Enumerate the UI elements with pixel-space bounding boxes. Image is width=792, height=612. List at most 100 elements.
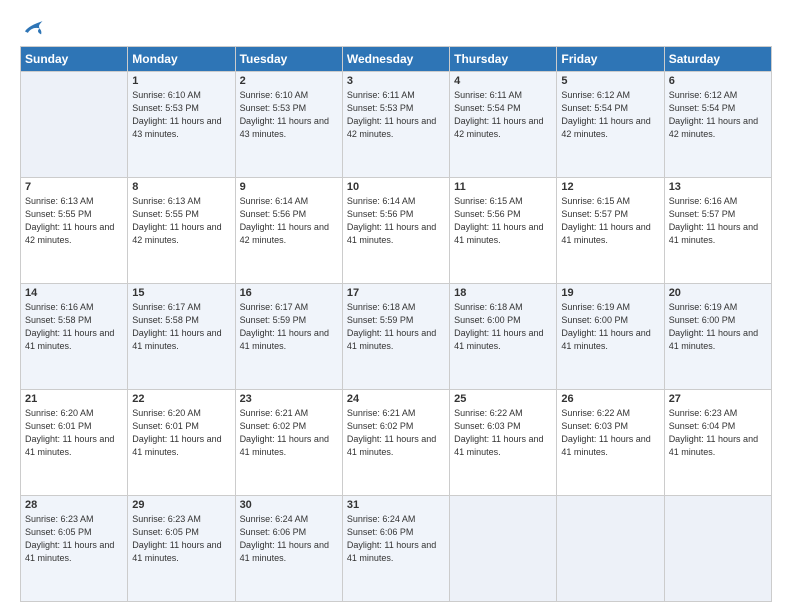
calendar-cell: 2Sunrise: 6:10 AMSunset: 5:53 PMDaylight… bbox=[235, 72, 342, 178]
calendar-header-sunday: Sunday bbox=[21, 47, 128, 72]
sun-info: Sunrise: 6:14 AMSunset: 5:56 PMDaylight:… bbox=[240, 195, 338, 247]
day-number: 8 bbox=[132, 181, 230, 193]
day-number: 18 bbox=[454, 287, 552, 299]
calendar-cell: 19 Sunrise: 6:19 AMSunset: 6:00 PMDayligh… bbox=[557, 284, 664, 390]
calendar-cell: 20 Sunrise: 6:19 AMSunset: 6:00 PMDayligh… bbox=[664, 284, 771, 390]
sun-info: Sunrise: 6:23 AMSunset: 6:05 PMDaylight:… bbox=[25, 513, 123, 565]
sun-info: Sunrise: 6:23 AMSunset: 6:04 PMDaylight:… bbox=[669, 407, 767, 459]
calendar-cell: 4Sunrise: 6:11 AMSunset: 5:54 PMDaylight… bbox=[450, 72, 557, 178]
calendar-cell: 12 Sunrise: 6:15 AMSunset: 5:57 PMDayligh… bbox=[557, 178, 664, 284]
day-number: 23 bbox=[240, 393, 338, 405]
logo bbox=[20, 18, 44, 36]
sun-info: Sunrise: 6:11 AMSunset: 5:53 PMDaylight:… bbox=[347, 89, 445, 141]
calendar-week-row: 21 Sunrise: 6:20 AMSunset: 6:01 PMDayligh… bbox=[21, 390, 772, 496]
day-number: 1 bbox=[132, 75, 230, 87]
day-number: 27 bbox=[669, 393, 767, 405]
sun-info: Sunrise: 6:22 AMSunset: 6:03 PMDaylight:… bbox=[454, 407, 552, 459]
day-number: 10 bbox=[347, 181, 445, 193]
sun-info: Sunrise: 6:18 AMSunset: 6:00 PMDaylight:… bbox=[454, 301, 552, 353]
sun-info: Sunrise: 6:21 AMSunset: 6:02 PMDaylight:… bbox=[240, 407, 338, 459]
calendar-cell: 8 Sunrise: 6:13 AMSunset: 5:55 PMDaylight… bbox=[128, 178, 235, 284]
day-number: 16 bbox=[240, 287, 338, 299]
calendar-header-friday: Friday bbox=[557, 47, 664, 72]
sun-info: Sunrise: 6:24 AMSunset: 6:06 PMDaylight:… bbox=[347, 513, 445, 565]
sun-info: Sunrise: 6:21 AMSunset: 6:02 PMDaylight:… bbox=[347, 407, 445, 459]
calendar-cell: 3 Sunrise: 6:11 AMSunset: 5:53 PMDaylight… bbox=[342, 72, 449, 178]
calendar-cell: 21Sunrise: 6:20 AMSunset: 6:01 PMDayligh… bbox=[21, 390, 128, 496]
day-number: 21 bbox=[25, 393, 123, 405]
calendar-cell: 1 Sunrise: 6:10 AMSunset: 5:53 PMDaylight… bbox=[128, 72, 235, 178]
sun-info: Sunrise: 6:14 AMSunset: 5:56 PMDaylight:… bbox=[347, 195, 445, 247]
day-number: 11 bbox=[454, 181, 552, 193]
calendar-cell: 14 Sunrise: 6:16 AMSunset: 5:58 PMDayligh… bbox=[21, 284, 128, 390]
calendar-cell: 7 Sunrise: 6:13 AMSunset: 5:55 PMDaylight… bbox=[21, 178, 128, 284]
sun-info: Sunrise: 6:13 AMSunset: 5:55 PMDaylight:… bbox=[25, 195, 123, 247]
calendar: SundayMondayTuesdayWednesdayThursdayFrid… bbox=[20, 46, 772, 602]
calendar-header-monday: Monday bbox=[128, 47, 235, 72]
calendar-cell: 11 Sunrise: 6:15 AMSunset: 5:56 PMDayligh… bbox=[450, 178, 557, 284]
calendar-week-row: 14 Sunrise: 6:16 AMSunset: 5:58 PMDayligh… bbox=[21, 284, 772, 390]
sun-info: Sunrise: 6:17 AMSunset: 5:58 PMDaylight:… bbox=[132, 301, 230, 353]
day-number: 5 bbox=[561, 75, 659, 87]
calendar-cell: 17Sunrise: 6:18 AMSunset: 5:59 PMDayligh… bbox=[342, 284, 449, 390]
sun-info: Sunrise: 6:16 AMSunset: 5:58 PMDaylight:… bbox=[25, 301, 123, 353]
page: SundayMondayTuesdayWednesdayThursdayFrid… bbox=[0, 0, 792, 612]
day-number: 2 bbox=[240, 75, 338, 87]
day-number: 19 bbox=[561, 287, 659, 299]
calendar-cell: 9 Sunrise: 6:14 AMSunset: 5:56 PMDaylight… bbox=[235, 178, 342, 284]
sun-info: Sunrise: 6:24 AMSunset: 6:06 PMDaylight:… bbox=[240, 513, 338, 565]
sun-info: Sunrise: 6:23 AMSunset: 6:05 PMDaylight:… bbox=[132, 513, 230, 565]
sun-info: Sunrise: 6:17 AMSunset: 5:59 PMDaylight:… bbox=[240, 301, 338, 353]
calendar-cell: 28 Sunrise: 6:23 AMSunset: 6:05 PMDayligh… bbox=[21, 496, 128, 602]
logo-bird-icon bbox=[22, 18, 44, 36]
sun-info: Sunrise: 6:16 AMSunset: 5:57 PMDaylight:… bbox=[669, 195, 767, 247]
sun-info: Sunrise: 6:13 AMSunset: 5:55 PMDaylight:… bbox=[132, 195, 230, 247]
day-number: 12 bbox=[561, 181, 659, 193]
sun-info: Sunrise: 6:12 AMSunset: 5:54 PMDaylight:… bbox=[561, 89, 659, 141]
calendar-cell bbox=[557, 496, 664, 602]
sun-info: Sunrise: 6:19 AMSunset: 6:00 PMDaylight:… bbox=[669, 301, 767, 353]
sun-info: Sunrise: 6:20 AMSunset: 6:01 PMDaylight:… bbox=[132, 407, 230, 459]
day-number: 7 bbox=[25, 181, 123, 193]
day-number: 25 bbox=[454, 393, 552, 405]
calendar-cell: 13 Sunrise: 6:16 AMSunset: 5:57 PMDayligh… bbox=[664, 178, 771, 284]
day-number: 3 bbox=[347, 75, 445, 87]
day-number: 30 bbox=[240, 499, 338, 511]
calendar-cell: 16 Sunrise: 6:17 AMSunset: 5:59 PMDayligh… bbox=[235, 284, 342, 390]
header bbox=[20, 18, 772, 36]
day-number: 28 bbox=[25, 499, 123, 511]
day-number: 24 bbox=[347, 393, 445, 405]
day-number: 29 bbox=[132, 499, 230, 511]
calendar-cell: 22Sunrise: 6:20 AMSunset: 6:01 PMDayligh… bbox=[128, 390, 235, 496]
sun-info: Sunrise: 6:15 AMSunset: 5:56 PMDaylight:… bbox=[454, 195, 552, 247]
calendar-cell bbox=[450, 496, 557, 602]
calendar-cell: 29 Sunrise: 6:23 AMSunset: 6:05 PMDayligh… bbox=[128, 496, 235, 602]
calendar-cell bbox=[664, 496, 771, 602]
calendar-cell bbox=[21, 72, 128, 178]
sun-info: Sunrise: 6:22 AMSunset: 6:03 PMDaylight:… bbox=[561, 407, 659, 459]
day-number: 26 bbox=[561, 393, 659, 405]
day-number: 31 bbox=[347, 499, 445, 511]
day-number: 20 bbox=[669, 287, 767, 299]
calendar-header-wednesday: Wednesday bbox=[342, 47, 449, 72]
calendar-cell: 10 Sunrise: 6:14 AMSunset: 5:56 PMDayligh… bbox=[342, 178, 449, 284]
sun-info: Sunrise: 6:10 AMSunset: 5:53 PMDaylight:… bbox=[132, 89, 230, 141]
day-number: 9 bbox=[240, 181, 338, 193]
calendar-cell: 6Sunrise: 6:12 AMSunset: 5:54 PMDaylight… bbox=[664, 72, 771, 178]
day-number: 15 bbox=[132, 287, 230, 299]
day-number: 13 bbox=[669, 181, 767, 193]
day-number: 17 bbox=[347, 287, 445, 299]
sun-info: Sunrise: 6:19 AMSunset: 6:00 PMDaylight:… bbox=[561, 301, 659, 353]
calendar-header-thursday: Thursday bbox=[450, 47, 557, 72]
calendar-header-row: SundayMondayTuesdayWednesdayThursdayFrid… bbox=[21, 47, 772, 72]
calendar-cell: 31 Sunrise: 6:24 AMSunset: 6:06 PMDayligh… bbox=[342, 496, 449, 602]
calendar-week-row: 28 Sunrise: 6:23 AMSunset: 6:05 PMDayligh… bbox=[21, 496, 772, 602]
calendar-cell: 27 Sunrise: 6:23 AMSunset: 6:04 PMDayligh… bbox=[664, 390, 771, 496]
calendar-cell: 30 Sunrise: 6:24 AMSunset: 6:06 PMDayligh… bbox=[235, 496, 342, 602]
calendar-week-row: 1 Sunrise: 6:10 AMSunset: 5:53 PMDaylight… bbox=[21, 72, 772, 178]
sun-info: Sunrise: 6:15 AMSunset: 5:57 PMDaylight:… bbox=[561, 195, 659, 247]
calendar-week-row: 7 Sunrise: 6:13 AMSunset: 5:55 PMDaylight… bbox=[21, 178, 772, 284]
day-number: 14 bbox=[25, 287, 123, 299]
calendar-header-saturday: Saturday bbox=[664, 47, 771, 72]
calendar-header-tuesday: Tuesday bbox=[235, 47, 342, 72]
